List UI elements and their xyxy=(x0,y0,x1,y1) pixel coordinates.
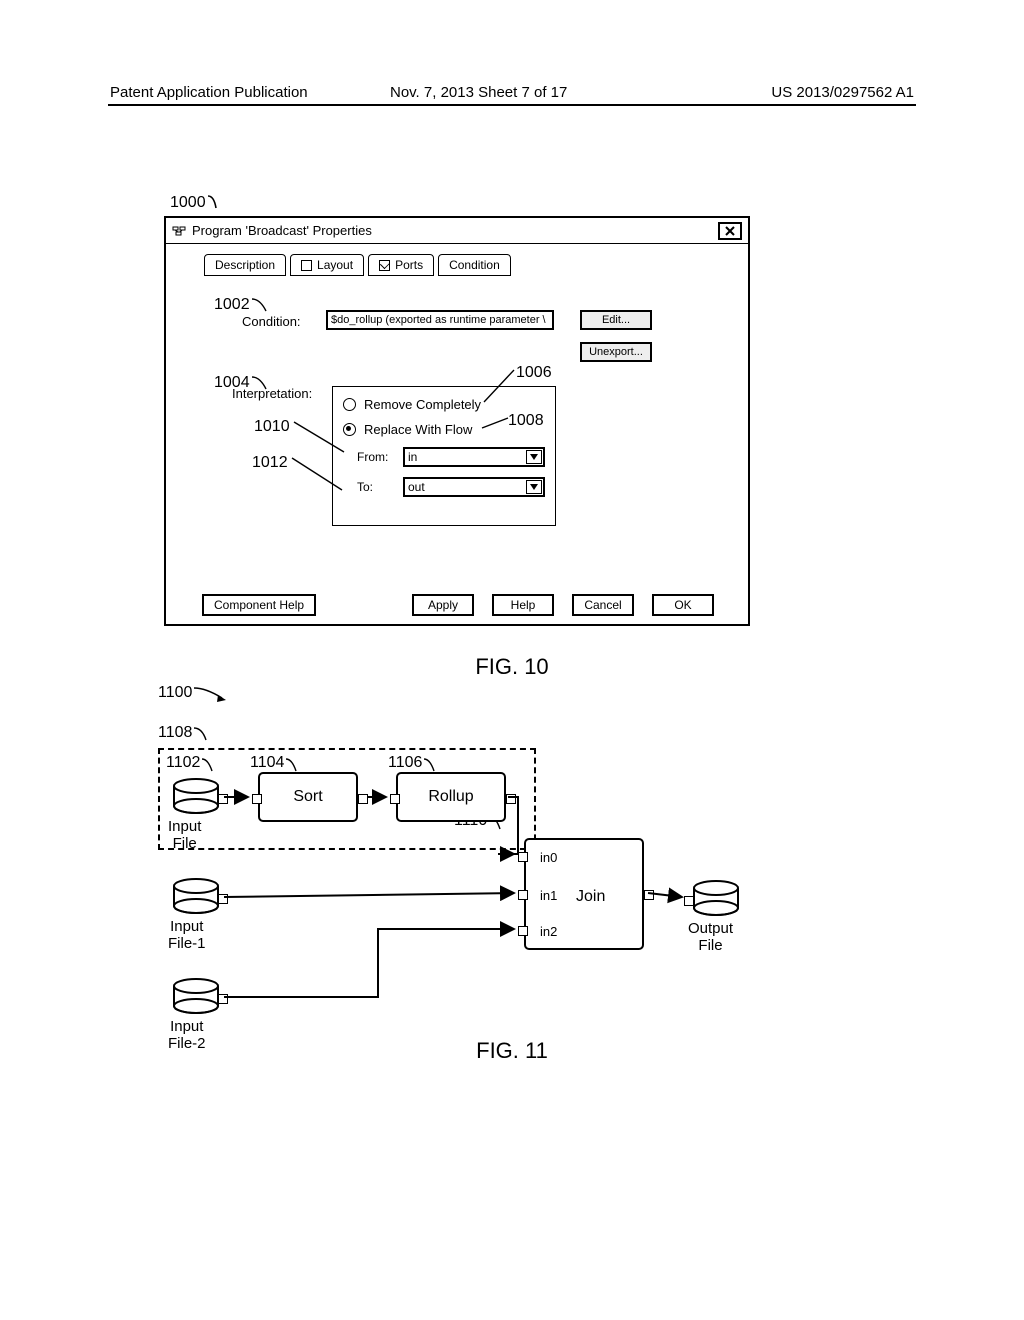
join-node: in0 in1 in2 Join xyxy=(524,838,644,950)
port-label-in2: in2 xyxy=(540,924,557,939)
figure-10-caption: FIG. 10 xyxy=(0,654,1024,680)
cancel-button[interactable]: Cancel xyxy=(572,594,634,616)
in0-port xyxy=(518,852,528,862)
output-port xyxy=(218,794,228,804)
edit-button[interactable]: Edit... xyxy=(580,310,652,330)
output-port xyxy=(218,994,228,1004)
output-port xyxy=(644,890,654,900)
ok-button[interactable]: OK xyxy=(652,594,714,616)
ref-1012: 1012 xyxy=(252,454,288,472)
sort-node: Sort xyxy=(258,772,358,822)
tab-ports[interactable]: Ports xyxy=(368,254,434,276)
program-icon xyxy=(172,225,186,237)
radio-unchecked-icon xyxy=(343,398,356,411)
port-label-in1: in1 xyxy=(540,888,557,903)
help-button[interactable]: Help xyxy=(492,594,554,616)
rollup-node: Rollup xyxy=(396,772,506,822)
radio-checked-icon xyxy=(343,423,356,436)
ref-1002: 1002 xyxy=(214,296,274,314)
ref-1100: 1100 xyxy=(158,684,228,702)
input-port xyxy=(252,794,262,804)
tabs: Description Layout Ports Condition xyxy=(204,254,511,276)
titlebar: Program 'Broadcast' Properties xyxy=(166,218,748,244)
header-left: Patent Application Publication xyxy=(110,84,308,101)
input-file-1-label: Input File-1 xyxy=(168,918,206,952)
properties-dialog: Program 'Broadcast' Properties Descripti… xyxy=(164,216,750,626)
interpretation-label: Interpretation: xyxy=(232,386,312,401)
radio-replace-with-flow[interactable]: Replace With Flow xyxy=(343,422,545,437)
checkbox-checked-icon xyxy=(379,260,390,271)
output-port xyxy=(358,794,368,804)
flow-arrows xyxy=(158,682,798,1072)
page-header: Patent Application Publication Nov. 7, 2… xyxy=(0,84,1024,101)
input-file-node xyxy=(172,778,224,821)
component-help-button[interactable]: Component Help xyxy=(202,594,316,616)
input-file-1-node xyxy=(172,878,224,921)
header-right: US 2013/0297562 A1 xyxy=(771,84,914,101)
output-file-node xyxy=(692,880,744,923)
condition-input[interactable] xyxy=(326,310,554,330)
ref-1000: 1000 xyxy=(170,194,230,212)
condition-label: Condition: xyxy=(242,314,301,329)
port-label-in0: in0 xyxy=(540,850,557,865)
header-rule xyxy=(108,104,916,106)
figure-10: 1000 Program 'Broadcast' Properties Desc… xyxy=(164,216,752,626)
ref-1006: 1006 xyxy=(516,364,552,382)
button-bar: Component Help Apply Help Cancel OK xyxy=(202,594,714,616)
figure-11-caption: FIG. 11 xyxy=(0,1038,1024,1064)
tab-condition[interactable]: Condition xyxy=(438,254,511,276)
in2-port xyxy=(518,926,528,936)
input-file-label: Input File xyxy=(168,818,201,852)
from-label: From: xyxy=(357,450,395,464)
input-file-2-node xyxy=(172,978,224,1021)
chevron-down-icon xyxy=(526,480,542,494)
to-label: To: xyxy=(357,480,395,494)
header-mid: Nov. 7, 2013 Sheet 7 of 17 xyxy=(390,84,567,101)
ref-1010: 1010 xyxy=(254,418,290,436)
output-port xyxy=(218,894,228,904)
checkbox-icon xyxy=(301,260,312,271)
figure-11: 1100 1108 1102 1104 1106 1110 Input File… xyxy=(158,682,798,1072)
to-select[interactable]: out xyxy=(403,477,545,497)
input-port xyxy=(684,896,694,906)
unexport-button[interactable]: Unexport... xyxy=(580,342,652,362)
from-select[interactable]: in xyxy=(403,447,545,467)
input-port xyxy=(390,794,400,804)
in1-port xyxy=(518,890,528,900)
interpretation-panel: Remove Completely Replace With Flow From… xyxy=(332,386,556,526)
dialog-title: Program 'Broadcast' Properties xyxy=(192,223,718,238)
tab-layout[interactable]: Layout xyxy=(290,254,364,276)
close-button[interactable] xyxy=(718,222,742,240)
chevron-down-icon xyxy=(526,450,542,464)
radio-remove-completely[interactable]: Remove Completely xyxy=(343,397,545,412)
tab-description[interactable]: Description xyxy=(204,254,286,276)
output-file-label: Output File xyxy=(688,920,733,954)
close-icon xyxy=(724,225,736,237)
ref-1108: 1108 xyxy=(158,724,216,742)
output-port xyxy=(506,794,516,804)
apply-button[interactable]: Apply xyxy=(412,594,474,616)
